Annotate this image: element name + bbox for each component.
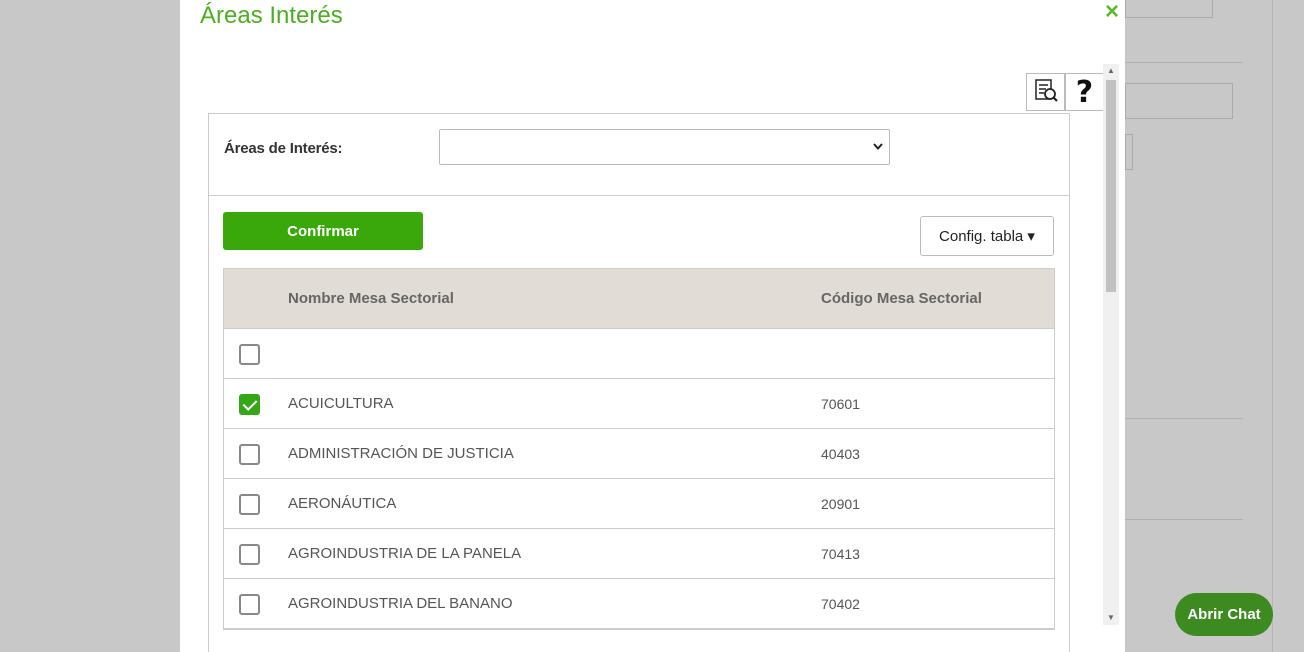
background-vertical-line [1272,0,1273,652]
modal-title: Áreas Interés [200,2,343,29]
open-chat-button[interactable]: Abrir Chat [1175,593,1273,636]
table-header: Nombre Mesa Sectorial Código Mesa Sector… [224,269,1054,329]
background-input [1125,83,1233,119]
checkbox[interactable] [239,494,260,515]
areas-interes-label: Áreas de Interés: [224,140,343,157]
scroll-down-arrow-icon[interactable]: ▼ [1103,611,1119,625]
help-button[interactable]: ? [1065,73,1104,111]
checkbox[interactable] [239,594,260,615]
cell-code: 40403 [821,446,860,462]
table-row[interactable]: AGROINDUSTRIA DE LA PANELA 70413 [224,529,1054,579]
cell-code: 70402 [821,596,860,612]
table-row[interactable]: AERONÁUTICA 20901 [224,479,1054,529]
cell-name: AGROINDUSTRIA DE LA PANELA [288,545,522,562]
checkbox[interactable] [239,344,260,365]
table-row[interactable]: AGROINDUSTRIA DEL BANANO 70402 [224,579,1054,629]
scroll-up-arrow-icon[interactable]: ▲ [1103,64,1119,78]
report-search-button[interactable] [1026,73,1065,111]
background-divider [1125,519,1243,520]
areas-interes-modal: Áreas Interés × ? ▲ ▼ Áreas de Interés: … [180,0,1125,652]
modal-scrollbar[interactable]: ▲ ▼ [1103,64,1119,625]
areas-interes-select[interactable] [439,129,890,165]
config-table-button[interactable]: Config. tabla ▾ [920,216,1054,256]
confirm-button[interactable]: Confirmar [223,212,423,250]
cell-code: 20901 [821,496,860,512]
scroll-thumb[interactable] [1106,80,1116,292]
checkbox[interactable] [239,444,260,465]
cell-name: AERONÁUTICA [288,495,397,512]
column-header-code[interactable]: Código Mesa Sectorial [821,290,982,307]
cell-code: 70413 [821,546,860,562]
background-field [1125,0,1213,18]
close-icon[interactable]: × [1105,0,1119,24]
toolbar: ? [1026,73,1104,111]
background-divider [1125,418,1243,419]
cell-name: AGROINDUSTRIA DEL BANANO [288,595,513,612]
filter-row: Áreas de Interés: [209,114,1069,196]
cell-name: ACUICULTURA [288,395,394,412]
background-divider [1125,62,1243,63]
table-row[interactable] [224,329,1054,379]
column-header-name[interactable]: Nombre Mesa Sectorial [288,290,454,307]
help-icon: ? [1075,74,1094,110]
checkbox[interactable] [239,544,260,565]
chevron-down-icon [872,140,884,155]
cell-code: 70601 [821,396,860,412]
report-search-icon [1033,77,1059,108]
table-row[interactable]: ACUICULTURA 70601 [224,379,1054,429]
areas-panel: Áreas de Interés: Confirmar Config. tabl… [208,113,1070,652]
background-select [1125,134,1133,170]
cell-name: ADMINISTRACIÓN DE JUSTICIA [288,445,514,462]
mesa-sectorial-table: Nombre Mesa Sectorial Código Mesa Sector… [223,268,1055,630]
table-row[interactable]: ADMINISTRACIÓN DE JUSTICIA 40403 [224,429,1054,479]
checkbox-checked[interactable] [239,394,260,415]
table-body: ACUICULTURA 70601 ADMINISTRACIÓN DE JUSTIC… [224,329,1054,629]
